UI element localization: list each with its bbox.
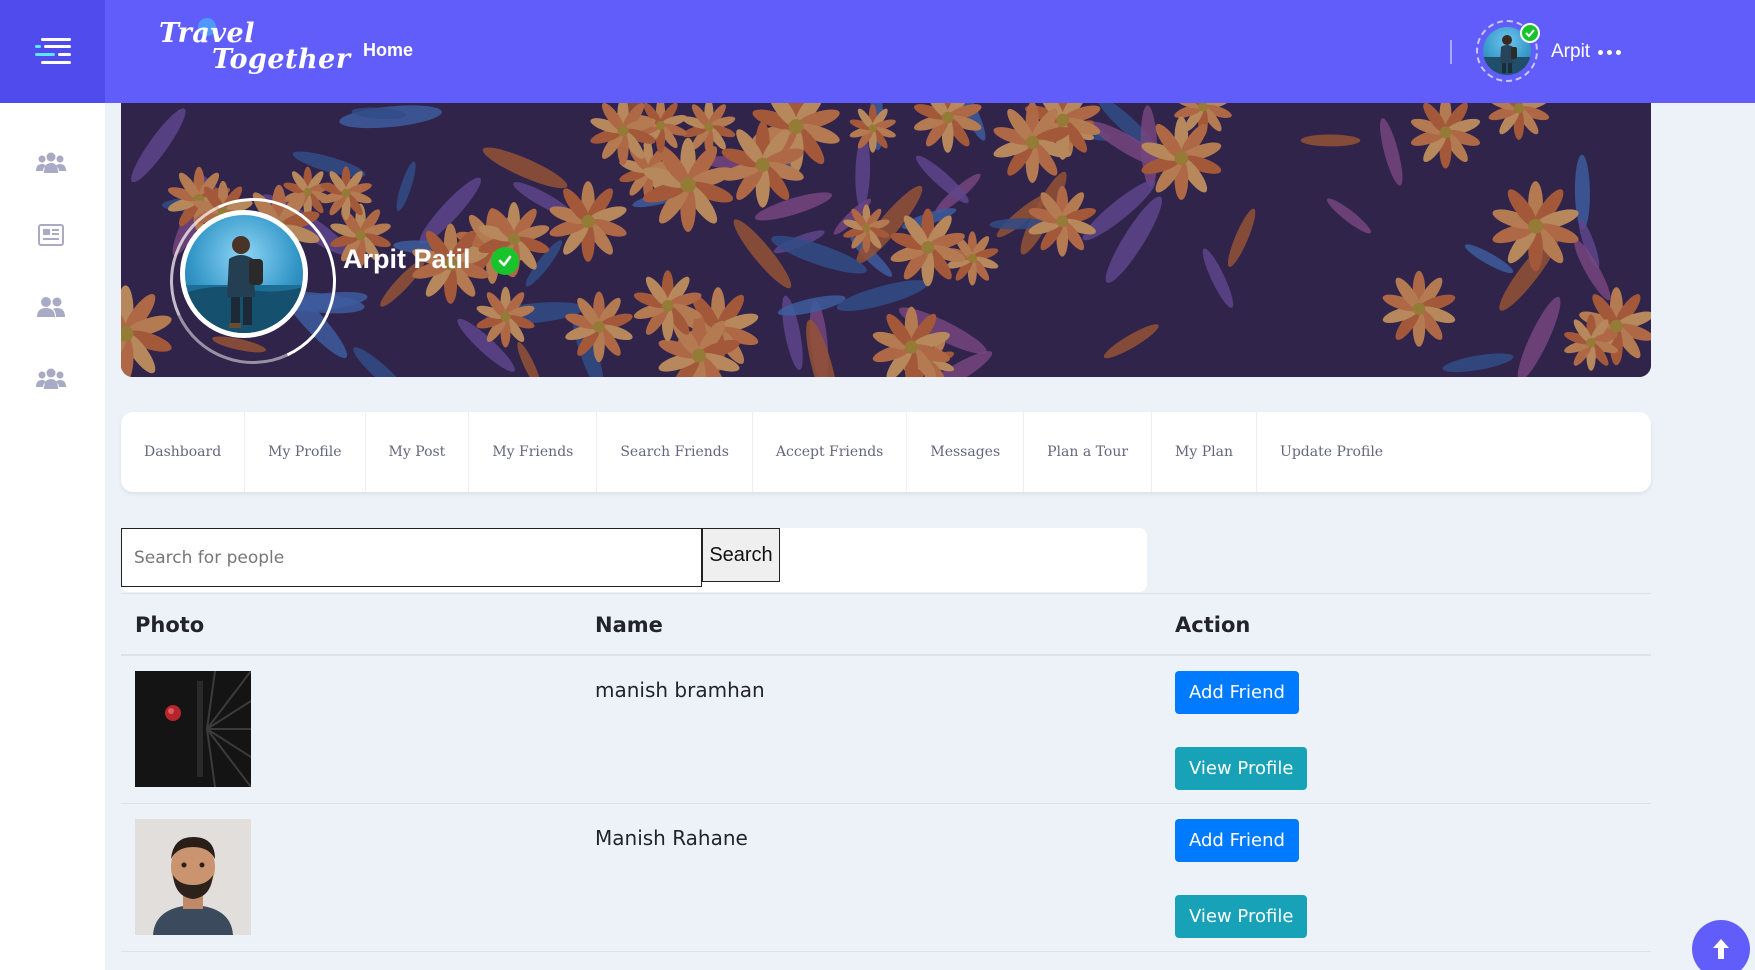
sidebar-item-friends[interactable] — [33, 292, 69, 322]
sidebar-item-newsfeed[interactable] — [33, 220, 69, 250]
view-profile-button[interactable]: View Profile — [1175, 747, 1308, 790]
tab-accept-friends[interactable]: Accept Friends — [753, 412, 908, 492]
user-name: Manish Rahane — [595, 826, 748, 850]
sidebar — [0, 103, 105, 970]
column-header-name: Name — [595, 613, 663, 637]
more-options-icon[interactable] — [1598, 42, 1624, 62]
profile-name: Arpit Patil — [343, 244, 471, 274]
top-navbar: Travel Together Home Arpit — [0, 0, 1755, 103]
verified-check-icon — [491, 247, 519, 275]
tab-plan-a-tour[interactable]: Plan a Tour — [1024, 412, 1153, 492]
verified-badge-icon — [1520, 23, 1540, 43]
tab-messages[interactable]: Messages — [907, 412, 1025, 492]
tab-my-profile[interactable]: My Profile — [245, 412, 366, 492]
header-divider — [1450, 40, 1452, 64]
groups-icon — [36, 152, 66, 173]
user-name: manish bramhan — [595, 678, 765, 702]
sidebar-item-groups-2[interactable] — [33, 364, 69, 394]
profile-tabs: Dashboard My Profile My Post My Friends … — [121, 412, 1651, 492]
table-row: manish bramhan Add Friend View Profile — [121, 656, 1651, 804]
tab-search-friends[interactable]: Search Friends — [597, 412, 753, 492]
floral-pattern — [121, 103, 1651, 377]
column-header-action: Action — [1175, 613, 1251, 637]
table-header: Photo Name Action — [121, 593, 1651, 656]
table-row: Manish Rahane Add Friend View Profile — [121, 804, 1651, 952]
arrow-up-icon — [1713, 939, 1729, 959]
site-logo[interactable]: Travel Together — [155, 14, 350, 76]
user-photo[interactable] — [135, 819, 251, 935]
tab-update-profile[interactable]: Update Profile — [1257, 412, 1406, 492]
menu-toggle-button[interactable] — [0, 0, 105, 103]
column-header-photo: Photo — [135, 613, 205, 637]
home-link[interactable]: Home — [363, 40, 413, 61]
newsfeed-icon — [38, 224, 64, 246]
search-input[interactable] — [121, 528, 702, 587]
profile-cover-image — [121, 103, 1651, 377]
profile-picture[interactable] — [180, 210, 308, 338]
logo-line-2: Together — [212, 44, 351, 75]
tab-my-friends[interactable]: My Friends — [469, 412, 598, 492]
user-photo[interactable] — [135, 671, 251, 787]
tab-my-post[interactable]: My Post — [366, 412, 470, 492]
groups-icon — [36, 368, 66, 389]
sidebar-item-groups[interactable] — [33, 148, 69, 178]
search-results-table: Photo Name Action manish bramhan Add Fri… — [121, 593, 1651, 952]
search-button[interactable]: Search — [702, 528, 780, 582]
add-friend-button[interactable]: Add Friend — [1175, 671, 1299, 714]
tab-dashboard[interactable]: Dashboard — [121, 412, 246, 492]
view-profile-button[interactable]: View Profile — [1175, 895, 1308, 938]
hamburger-menu-icon — [34, 37, 71, 64]
add-friend-button[interactable]: Add Friend — [1175, 819, 1299, 862]
tab-my-plan[interactable]: My Plan — [1152, 412, 1258, 492]
scroll-to-top-button[interactable] — [1692, 920, 1750, 970]
friends-icon — [37, 297, 65, 317]
user-avatar[interactable] — [1476, 20, 1540, 82]
header-username[interactable]: Arpit — [1551, 41, 1590, 63]
